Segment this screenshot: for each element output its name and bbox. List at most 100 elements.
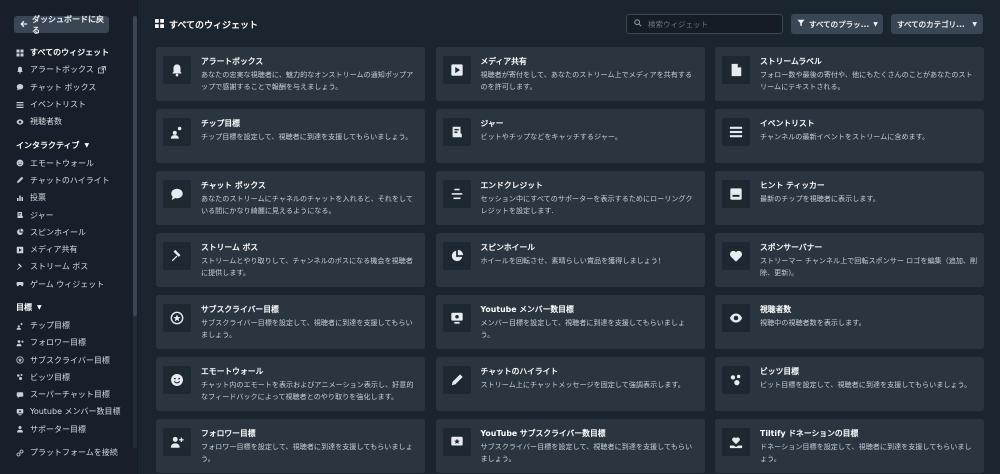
page-title: すべてのウィジェット: [155, 18, 258, 31]
sidebar-item-top-3[interactable]: イベントリスト: [0, 96, 132, 113]
hammer-icon: [16, 263, 24, 271]
jar-icon: [16, 211, 24, 219]
widget-name: サブスクライバー目標: [201, 305, 279, 314]
widget-description: 視聴中の視聴者数を表示します。: [760, 318, 866, 327]
back-to-dashboard-button[interactable]: ダッシュボードに戻る: [14, 15, 109, 35]
sidebar-item-connect[interactable]: プラットフォームを接続: [0, 444, 132, 461]
sidebar-item-top-0[interactable]: すべてのウィジェット: [0, 44, 132, 61]
widget-card[interactable]: アラートボックス あなたの忠実な視聴者に、魅力的なオンストリームの通知ポップアップ…: [156, 47, 425, 101]
donation-icon: [722, 428, 750, 456]
widget-card[interactable]: イベントリスト チャンネルの最新イベントをストリームに含めます。: [715, 109, 984, 163]
widget-card[interactable]: エンドクレジット セッション中にすべてのサポーターを表示するためにローリングクレジ…: [435, 171, 705, 225]
widget-card[interactable]: チャットのハイライト ストリーム上にチャットメッセージを固定して強調表示します。: [435, 357, 705, 411]
widget-card[interactable]: 視聴者数 視聴中の視聴者数を表示します。: [715, 295, 984, 349]
sidebar-item-interactive-0[interactable]: エモートウォール: [0, 154, 132, 171]
sidebar-item-label: チップ目標: [30, 321, 70, 330]
widget-card[interactable]: ヒント ティッカー 最新のチップを視聴者に表示します。: [715, 171, 984, 225]
sidebar-item-goal-4[interactable]: スーパーチャット目標: [0, 386, 132, 403]
sidebar-item-goal-5[interactable]: Youtube メンバー数目標: [0, 403, 132, 420]
widget-card[interactable]: スポンサーバナーストリーマー チャンネル上で回転スポンサー ロゴを編集（追加、削…: [715, 233, 984, 287]
widget-name: アラートボックス: [201, 57, 264, 66]
gamepad-icon: [16, 280, 24, 288]
play-icon: [16, 246, 24, 254]
widget-description: 最新のチップを視聴者に表示します。: [760, 194, 880, 203]
user-plus-icon: [16, 339, 24, 347]
category-filter-dropdown[interactable]: すべてのカテゴリ... ▼: [891, 14, 983, 34]
widget-card[interactable]: ストリームラベル フォロー数や最後の寄付や、他にもたくさんのことがあなたのストリー…: [715, 47, 984, 101]
widget-card[interactable]: サブスクライバー目標 サブスクライバー目標を設定して、視聴者に到達を支援してもらい…: [156, 295, 425, 349]
sidebar-item-goal-6[interactable]: サポーター目標: [0, 421, 132, 438]
widget-name: ストリームラベル: [760, 57, 822, 66]
external-link-icon: [97, 66, 106, 74]
sidebar-item-label: ストリーム ボス: [30, 262, 89, 272]
widget-card[interactable]: エモートウォール チャット内のエモートを表示およびアニメーション表示し、好意的なフ…: [156, 357, 425, 411]
bell-icon: [163, 56, 191, 84]
sidebar-scrollbar[interactable]: [133, 16, 137, 448]
pen-icon: [16, 176, 24, 184]
sidebar-item-label: アラートボックス: [30, 65, 94, 75]
bell-icon: [16, 66, 24, 74]
sidebar-section-goals[interactable]: 目標 ▼: [0, 299, 132, 317]
chevron-down-icon: ▼: [972, 20, 977, 28]
widget-description: ストリーム上にチャットメッセージを固定して強調表示します。: [480, 380, 685, 389]
widget-card[interactable]: チップ目標 チップ目標を設定して、視聴者に到達を支援してもらいましょう。: [156, 109, 425, 163]
pie-icon: [16, 228, 24, 236]
sidebar-item-interactive-3[interactable]: ジャー: [0, 206, 132, 223]
sidebar-item-interactive-5[interactable]: メディア共有: [0, 241, 132, 258]
widget-card[interactable]: ストリーム ボス ストリームとやり取りして、チャンネルのボスになる機会を視聴者に提…: [156, 233, 425, 287]
widget-card[interactable]: メディア共有 視聴者が寄付をして、あなたのストリーム上でメディアを共有するのを許可…: [435, 47, 705, 101]
sidebar: ダッシュボードに戻る すべてのウィジェットアラートボックスチャット ボックス イベ…: [0, 0, 140, 474]
widget-description: フォロワー目標を設定して、視聴者に到達を支援してもらいましょう。: [201, 442, 413, 463]
smile-icon: [163, 366, 191, 394]
chat-icon: [16, 83, 24, 91]
sidebar-item-goal-2[interactable]: サブスクライバー目標: [0, 351, 132, 368]
platform-filter-dropdown[interactable]: すべてのプラッ... ▼: [791, 14, 883, 34]
widget-card[interactable]: ジャー ビットやチップなどをキャッチするジャー。: [435, 109, 705, 163]
widget-card[interactable]: ビッツ目標 ビット目標を設定して、視聴者に到達を支援してもらいましょう。: [715, 357, 984, 411]
widget-name: YouTube サブスクライバー数目標: [480, 429, 606, 438]
sidebar-item-top-4[interactable]: 視聴者数: [0, 113, 132, 130]
sidebar-item-interactive-2[interactable]: 投票: [0, 189, 132, 206]
sidebar-item-goal-3[interactable]: ビッツ目標: [0, 369, 132, 386]
widget-name: メディア共有: [480, 57, 527, 66]
widget-name: チャット ボックス: [201, 181, 266, 190]
file-icon: [722, 56, 750, 84]
search-icon: [634, 19, 642, 29]
search-box[interactable]: [626, 14, 783, 34]
widget-description: メンバー目標を設定して、視聴者に到達を支援してもらいましょう。: [480, 318, 686, 339]
grid-icon: [16, 49, 24, 57]
widget-card[interactable]: フォロワー目標 フォロワー目標を設定して、視聴者に到達を支援してもらいましょう。: [156, 419, 425, 473]
sidebar-scrollbar-thumb[interactable]: [133, 16, 137, 316]
poll-icon: [16, 194, 24, 202]
sidebar-item-interactive-4[interactable]: スピンホイール: [0, 224, 132, 241]
sidebar-item-label: ジャー: [30, 210, 54, 220]
tip-icon: [16, 322, 24, 330]
sidebar-item-goal-0[interactable]: チップ目標: [0, 317, 132, 334]
widget-description: ストリーマー チャンネル上で回転スポンサー ロゴを編集（追加、削除、更新)。: [760, 256, 978, 277]
filter-icon: [797, 19, 805, 29]
widget-card[interactable]: YouTube サブスクライバー数目標 サブスクライバー目標を設定して、視聴者に到…: [435, 419, 705, 473]
widget-name: スポンサーバナー: [760, 243, 823, 252]
widget-description: ビットやチップなどをキャッチするジャー。: [480, 132, 622, 141]
widget-card[interactable]: チャット ボックス あなたのストリームにチャネルのチャットを入れると、それをしてい…: [156, 171, 425, 225]
sidebar-section-interactive[interactable]: インタラクティブ ▼: [0, 136, 132, 154]
pen-icon: [442, 366, 471, 394]
sidebar-item-top-1[interactable]: アラートボックス: [0, 61, 132, 78]
widget-name: エモートウォール: [201, 367, 264, 376]
widget-description: チップ目標を設定して、視聴者に到達を支援してもらいましょう。: [201, 132, 413, 141]
sidebar-item-label: エモートウォール: [30, 158, 94, 168]
search-input[interactable]: [648, 19, 778, 29]
sidebar-item-label: サポーター目標: [30, 424, 86, 434]
sidebar-item-interactive-6[interactable]: ストリーム ボス: [0, 258, 132, 275]
sidebar-item-interactive-1[interactable]: チャットのハイライト: [0, 172, 132, 189]
sidebar-item-top-2[interactable]: チャット ボックス: [0, 79, 132, 96]
sidebar-item-interactive-7[interactable]: ゲーム ウィジェット: [0, 276, 132, 293]
widget-description: ホイールを回転させ、素晴らしい賞品を獲得しましょう！: [480, 256, 665, 265]
widget-card[interactable]: スピンホイール ホイールを回転させ、素晴らしい賞品を獲得しましょう！: [435, 233, 705, 287]
sidebar-item-goal-1[interactable]: フォロワー目標: [0, 334, 132, 351]
member-icon: [442, 304, 471, 332]
widget-card[interactable]: Tiltify ドネーションの目標 ドネーション目標を設定して、視聴者に到達を支援…: [715, 419, 984, 473]
star-badge-icon: [163, 304, 191, 332]
widget-card[interactable]: Youtube メンバー数目標 メンバー目標を設定して、視聴者に到達を支援してもら…: [435, 295, 705, 349]
caret-down-icon: ▼: [84, 141, 90, 149]
